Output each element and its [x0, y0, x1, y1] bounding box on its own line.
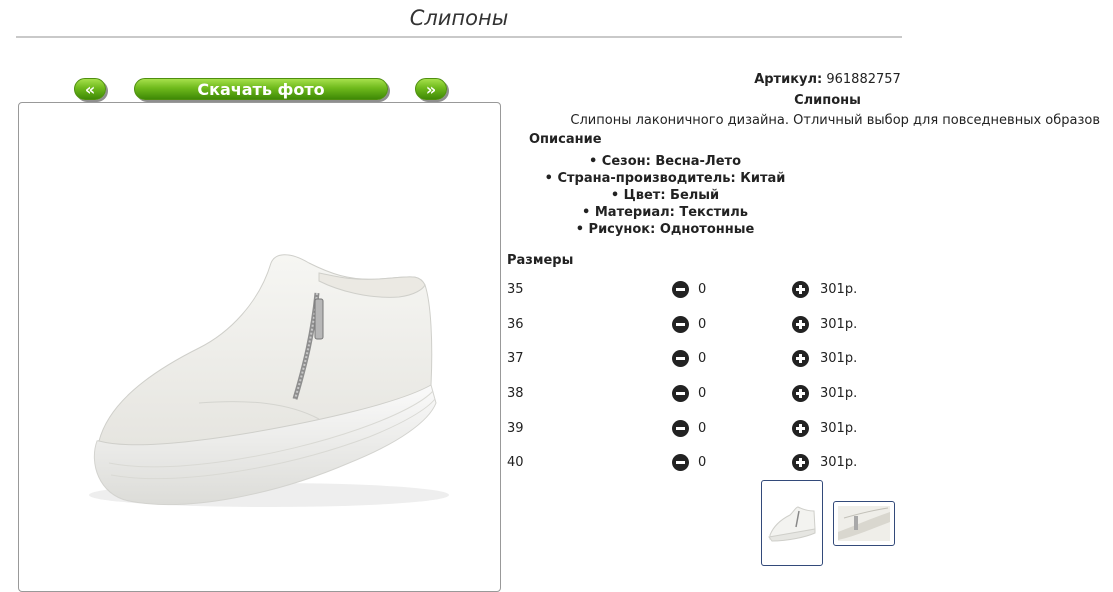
- sku-line: Артикул: 961882757: [700, 72, 955, 87]
- size-row: 39 0 301р.: [507, 419, 887, 439]
- property-pattern: • Рисунок: Однотонные: [575, 222, 755, 237]
- plus-icon[interactable]: [792, 385, 809, 402]
- plus-icon[interactable]: [792, 316, 809, 333]
- shoe-thumbnail-image: [768, 506, 816, 542]
- minus-icon[interactable]: [672, 454, 689, 471]
- property-season: • Сезон: Весна-Лето: [588, 154, 742, 169]
- prev-photo-button[interactable]: «: [74, 78, 106, 100]
- price: 301р.: [820, 386, 858, 401]
- size-row: 36 0 301р.: [507, 315, 887, 335]
- sku-label: Артикул:: [754, 72, 823, 87]
- product-name: Слипоны: [794, 93, 861, 108]
- plus-icon[interactable]: [792, 454, 809, 471]
- product-description: Слипоны лаконичного дизайна. Отличный вы…: [570, 113, 1100, 128]
- shoe-image: [89, 254, 449, 507]
- size-row: 37 0 301р.: [507, 349, 887, 369]
- minus-icon[interactable]: [672, 420, 689, 437]
- minus-icon[interactable]: [672, 281, 689, 298]
- price: 301р.: [820, 455, 858, 470]
- minus-icon[interactable]: [672, 350, 689, 367]
- shoe-detail-thumbnail-image: [838, 506, 890, 541]
- page-title: Слипоны: [409, 6, 509, 30]
- size-label: 36: [507, 317, 524, 332]
- price: 301р.: [820, 317, 858, 332]
- price: 301р.: [820, 351, 858, 366]
- minus-icon[interactable]: [672, 385, 689, 402]
- next-photo-button[interactable]: »: [415, 78, 447, 100]
- product-photo[interactable]: [18, 102, 501, 592]
- size-label: 35: [507, 282, 524, 297]
- plus-icon[interactable]: [792, 350, 809, 367]
- description-heading: Описание: [529, 132, 602, 147]
- quantity: 0: [698, 386, 707, 401]
- price: 301р.: [820, 421, 858, 436]
- size-label: 37: [507, 351, 524, 366]
- property-country: • Страна-производитель: Китай: [544, 171, 786, 186]
- size-row: 38 0 301р.: [507, 384, 887, 404]
- download-photo-button[interactable]: Скачать фото: [134, 78, 388, 100]
- quantity: 0: [698, 351, 707, 366]
- quantity: 0: [698, 282, 707, 297]
- quantity: 0: [698, 317, 707, 332]
- plus-icon[interactable]: [792, 281, 809, 298]
- sku-value: 961882757: [826, 72, 901, 87]
- size-row: 40 0 301р.: [507, 453, 887, 473]
- price: 301р.: [820, 282, 858, 297]
- thumbnail-2[interactable]: [833, 501, 895, 546]
- size-row: 35 0 301р.: [507, 280, 887, 300]
- property-color: • Цвет: Белый: [610, 188, 720, 203]
- size-label: 38: [507, 386, 524, 401]
- size-label: 39: [507, 421, 524, 436]
- sizes-heading: Размеры: [507, 253, 574, 268]
- thumbnail-1[interactable]: [761, 480, 823, 566]
- quantity: 0: [698, 455, 707, 470]
- property-material: • Материал: Текстиль: [582, 205, 748, 220]
- property-list: • Сезон: Весна-Лето • Страна-производите…: [520, 153, 810, 238]
- size-label: 40: [507, 455, 524, 470]
- plus-icon[interactable]: [792, 420, 809, 437]
- title-divider: [16, 36, 902, 38]
- minus-icon[interactable]: [672, 316, 689, 333]
- quantity: 0: [698, 421, 707, 436]
